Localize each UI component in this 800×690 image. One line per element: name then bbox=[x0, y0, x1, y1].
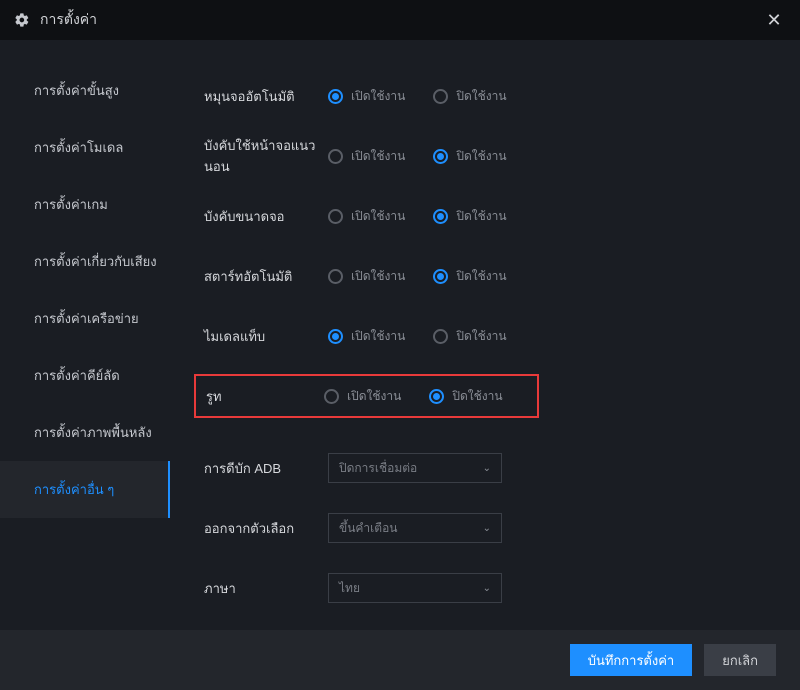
radio-label: เปิดใช้งาน bbox=[351, 87, 405, 106]
row-force-landscape: บังคับใช้หน้าจอแนวนอน เปิดใช้งาน ปิดใช้ง… bbox=[200, 126, 770, 186]
radio-label: ปิดใช้งาน bbox=[452, 387, 502, 406]
radio-label: ปิดใช้งาน bbox=[456, 327, 506, 346]
sidebar-item-label: การตั้งค่าเครือข่าย bbox=[34, 308, 139, 329]
radio-label: ปิดใช้งาน bbox=[456, 207, 506, 226]
radio-group-auto-start: เปิดใช้งาน ปิดใช้งาน bbox=[328, 267, 507, 286]
radio-circle-icon bbox=[328, 89, 343, 104]
row-label: ภาษา bbox=[204, 578, 328, 599]
radio-circle-icon bbox=[324, 389, 339, 404]
sidebar-item-wallpaper[interactable]: การตั้งค่าภาพพื้นหลัง bbox=[0, 404, 170, 461]
row-label: รูท bbox=[206, 386, 324, 407]
row-language: ภาษา ไทย ⌄ bbox=[200, 558, 770, 618]
body: การตั้งค่าขั้นสูง การตั้งค่าโมเดล การตั้… bbox=[0, 40, 800, 630]
radio-disable[interactable]: ปิดใช้งาน bbox=[433, 207, 506, 226]
radio-disable[interactable]: ปิดใช้งาน bbox=[429, 387, 502, 406]
radio-disable[interactable]: ปิดใช้งาน bbox=[433, 87, 506, 106]
cancel-button[interactable]: ยกเลิก bbox=[704, 644, 776, 676]
row-label: การดีบัก ADB bbox=[204, 458, 328, 479]
footer: บันทึกการตั้งค่า ยกเลิก bbox=[0, 630, 800, 690]
radio-enable[interactable]: เปิดใช้งาน bbox=[328, 147, 405, 166]
radio-group-model-tab: เปิดใช้งาน ปิดใช้งาน bbox=[328, 327, 507, 346]
radio-enable[interactable]: เปิดใช้งาน bbox=[328, 87, 405, 106]
sidebar-item-audio[interactable]: การตั้งค่าเกี่ยวกับเสียง bbox=[0, 233, 170, 290]
radio-label: ปิดใช้งาน bbox=[456, 87, 506, 106]
sidebar: การตั้งค่าขั้นสูง การตั้งค่าโมเดล การตั้… bbox=[0, 40, 170, 630]
radio-circle-icon bbox=[433, 329, 448, 344]
sidebar-item-label: การตั้งค่าอื่น ๆ bbox=[34, 479, 114, 500]
dropdown-language[interactable]: ไทย ⌄ bbox=[328, 573, 502, 603]
chevron-down-icon: ⌄ bbox=[483, 463, 491, 474]
radio-enable[interactable]: เปิดใช้งาน bbox=[324, 387, 401, 406]
sidebar-item-shortcuts[interactable]: การตั้งค่าคีย์ลัด bbox=[0, 347, 170, 404]
chevron-down-icon: ⌄ bbox=[483, 583, 491, 594]
radio-enable[interactable]: เปิดใช้งาน bbox=[328, 327, 405, 346]
row-label: ไมเดลแท็บ bbox=[204, 326, 328, 347]
radio-circle-icon bbox=[328, 269, 343, 284]
radio-label: เปิดใช้งาน bbox=[351, 267, 405, 286]
dropdown-exit-option[interactable]: ขึ้นคำเตือน ⌄ bbox=[328, 513, 502, 543]
row-auto-start: สตาร์ทอัตโนมัติ เปิดใช้งาน ปิดใช้งาน bbox=[200, 246, 770, 306]
sidebar-item-label: การตั้งค่าคีย์ลัด bbox=[34, 365, 120, 386]
row-model-tab: ไมเดลแท็บ เปิดใช้งาน ปิดใช้งาน bbox=[200, 306, 770, 366]
dropdown-value: ปิดการเชื่อมต่อ bbox=[339, 459, 417, 478]
close-icon[interactable]: ✕ bbox=[762, 10, 786, 31]
radio-circle-icon bbox=[433, 209, 448, 224]
window-title: การตั้งค่า bbox=[40, 9, 97, 31]
radio-group-force-screen-size: เปิดใช้งาน ปิดใช้งาน bbox=[328, 207, 507, 226]
row-force-screen-size: บังคับขนาดจอ เปิดใช้งาน ปิดใช้งาน bbox=[200, 186, 770, 246]
row-label: บังคับขนาดจอ bbox=[204, 206, 328, 227]
radio-circle-icon bbox=[429, 389, 444, 404]
sidebar-item-label: การตั้งค่าเกม bbox=[34, 194, 108, 215]
radio-disable[interactable]: ปิดใช้งาน bbox=[433, 267, 506, 286]
save-button[interactable]: บันทึกการตั้งค่า bbox=[570, 644, 693, 676]
radio-circle-icon bbox=[433, 149, 448, 164]
row-label: ออกจากตัวเลือก bbox=[204, 518, 328, 539]
radio-group-force-landscape: เปิดใช้งาน ปิดใช้งาน bbox=[328, 147, 507, 166]
row-root-highlighted: รูท เปิดใช้งาน ปิดใช้งาน bbox=[194, 374, 539, 418]
radio-circle-icon bbox=[328, 329, 343, 344]
dropdown-value: ขึ้นคำเตือน bbox=[339, 519, 397, 538]
radio-circle-icon bbox=[328, 209, 343, 224]
radio-circle-icon bbox=[328, 149, 343, 164]
settings-window: การตั้งค่า ✕ การตั้งค่าขั้นสูง การตั้งค่… bbox=[0, 0, 800, 690]
content: หมุนจออัตโนมัติ เปิดใช้งาน ปิดใช้งาน บัง… bbox=[170, 40, 800, 630]
radio-group-auto-rotate: เปิดใช้งาน ปิดใช้งาน bbox=[328, 87, 507, 106]
chevron-down-icon: ⌄ bbox=[483, 523, 491, 534]
sidebar-item-other[interactable]: การตั้งค่าอื่น ๆ bbox=[0, 461, 170, 518]
radio-enable[interactable]: เปิดใช้งาน bbox=[328, 267, 405, 286]
radio-label: ปิดใช้งาน bbox=[456, 147, 506, 166]
radio-label: เปิดใช้งาน bbox=[351, 147, 405, 166]
sidebar-item-advanced[interactable]: การตั้งค่าขั้นสูง bbox=[0, 62, 170, 119]
sidebar-item-network[interactable]: การตั้งค่าเครือข่าย bbox=[0, 290, 170, 347]
row-label: หมุนจออัตโนมัติ bbox=[204, 86, 328, 107]
radio-circle-icon bbox=[433, 89, 448, 104]
radio-label: ปิดใช้งาน bbox=[456, 267, 506, 286]
row-label: บังคับใช้หน้าจอแนวนอน bbox=[204, 135, 328, 177]
sidebar-item-model[interactable]: การตั้งค่าโมเดล bbox=[0, 119, 170, 176]
row-adb-debug: การดีบัก ADB ปิดการเชื่อมต่อ ⌄ bbox=[200, 438, 770, 498]
sidebar-item-label: การตั้งค่าโมเดล bbox=[34, 137, 123, 158]
titlebar-left: การตั้งค่า bbox=[14, 9, 97, 31]
dropdown-value: ไทย bbox=[339, 579, 360, 598]
radio-label: เปิดใช้งาน bbox=[351, 207, 405, 226]
row-auto-rotate: หมุนจออัตโนมัติ เปิดใช้งาน ปิดใช้งาน bbox=[200, 66, 770, 126]
radio-label: เปิดใช้งาน bbox=[351, 327, 405, 346]
sidebar-item-label: การตั้งค่าเกี่ยวกับเสียง bbox=[34, 251, 157, 272]
row-exit-option: ออกจากตัวเลือก ขึ้นคำเตือน ⌄ bbox=[200, 498, 770, 558]
radio-group-root: เปิดใช้งาน ปิดใช้งาน bbox=[324, 387, 503, 406]
radio-disable[interactable]: ปิดใช้งาน bbox=[433, 327, 506, 346]
titlebar: การตั้งค่า ✕ bbox=[0, 0, 800, 40]
row-label: สตาร์ทอัตโนมัติ bbox=[204, 266, 328, 287]
radio-enable[interactable]: เปิดใช้งาน bbox=[328, 207, 405, 226]
sidebar-item-label: การตั้งค่าภาพพื้นหลัง bbox=[34, 422, 152, 443]
sidebar-item-game[interactable]: การตั้งค่าเกม bbox=[0, 176, 170, 233]
radio-circle-icon bbox=[433, 269, 448, 284]
dropdown-adb-debug[interactable]: ปิดการเชื่อมต่อ ⌄ bbox=[328, 453, 502, 483]
gear-icon bbox=[14, 12, 30, 28]
sidebar-item-label: การตั้งค่าขั้นสูง bbox=[34, 80, 119, 101]
radio-disable[interactable]: ปิดใช้งาน bbox=[433, 147, 506, 166]
radio-label: เปิดใช้งาน bbox=[347, 387, 401, 406]
